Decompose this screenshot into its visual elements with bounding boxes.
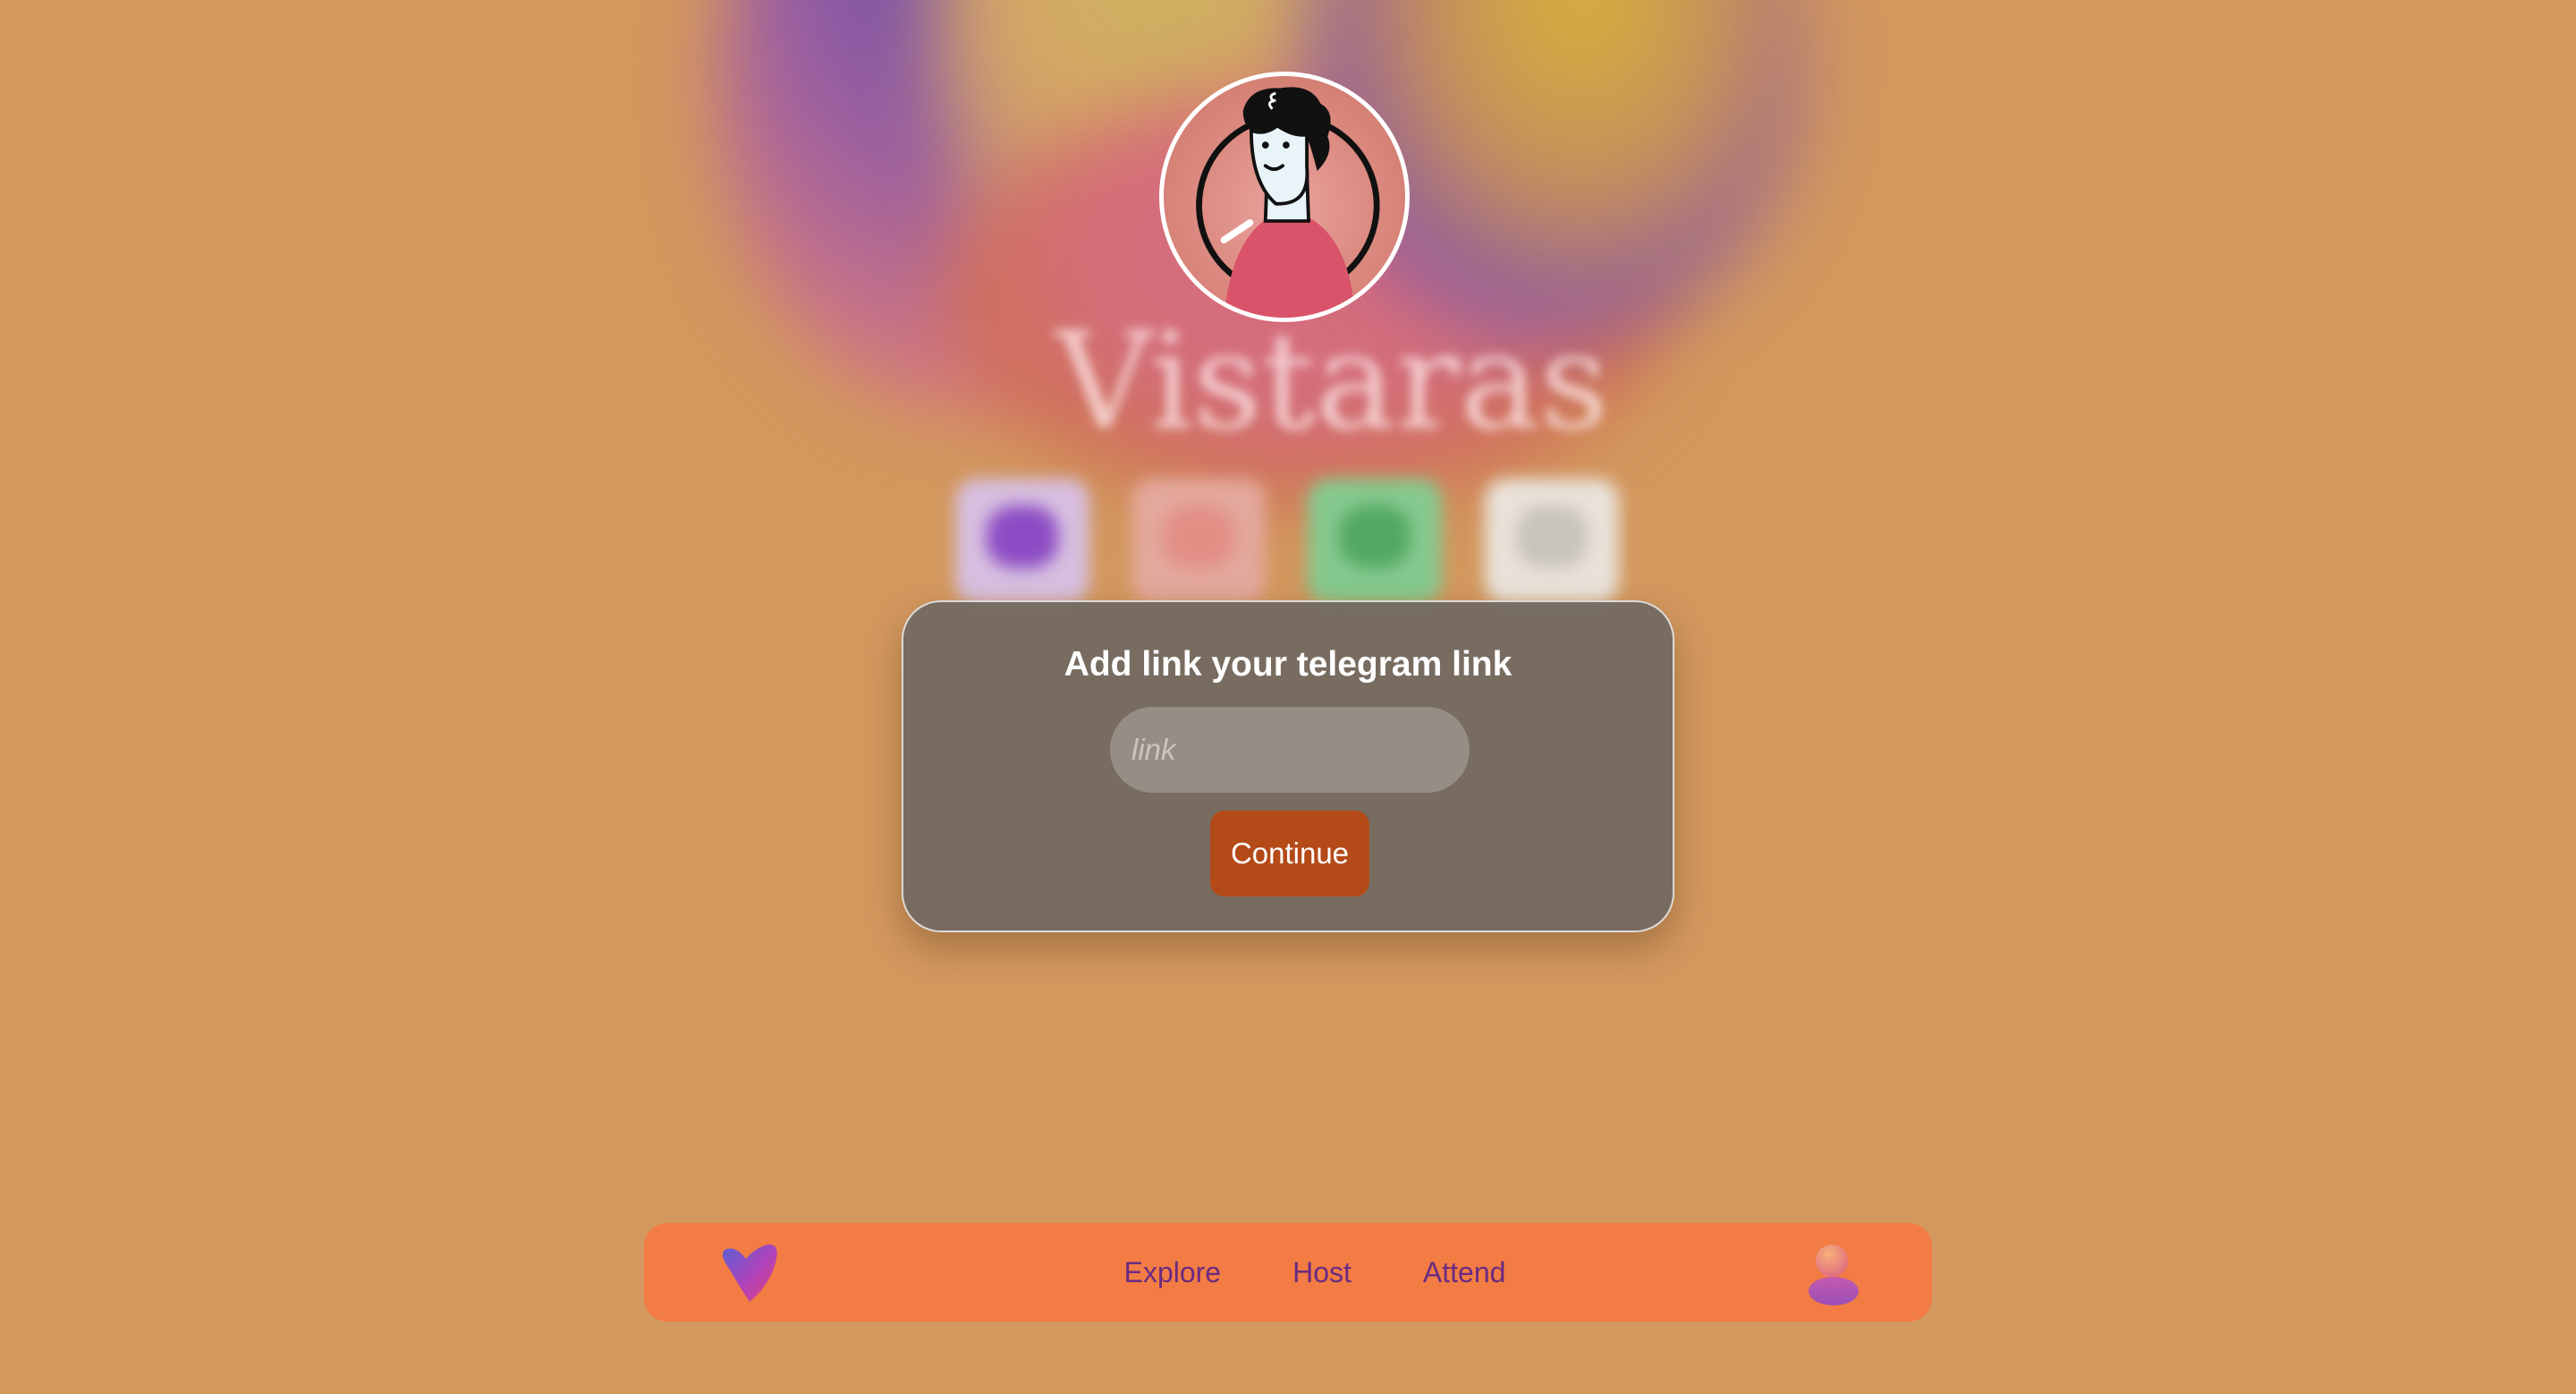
bottom-navbar: Explore Host Attend xyxy=(644,1223,1932,1322)
blurred-tile-grey xyxy=(1485,479,1619,604)
profile-avatar xyxy=(1159,72,1410,322)
blurred-page-title: Vistaras xyxy=(1055,304,1609,460)
blurred-tile-pink xyxy=(1131,479,1266,604)
nav-attend-link[interactable]: Attend xyxy=(1423,1256,1506,1289)
background-blob-purple xyxy=(716,0,1216,412)
nav-explore-link[interactable]: Explore xyxy=(1124,1256,1222,1289)
blurred-tile-green xyxy=(1308,479,1442,604)
dialog-title: Add link your telegram link xyxy=(1063,645,1513,684)
telegram-link-input[interactable] xyxy=(1110,707,1470,793)
telegram-link-dialog: Add link your telegram link Continue xyxy=(902,600,1674,932)
blurred-tile-purple xyxy=(955,479,1089,604)
nav-host-link[interactable]: Host xyxy=(1292,1256,1352,1289)
continue-button[interactable]: Continue xyxy=(1210,811,1369,897)
nav-links: Explore Host Attend xyxy=(644,1223,1932,1322)
cartoon-person-icon xyxy=(1196,87,1380,318)
user-avatar-icon[interactable] xyxy=(1805,1241,1862,1305)
